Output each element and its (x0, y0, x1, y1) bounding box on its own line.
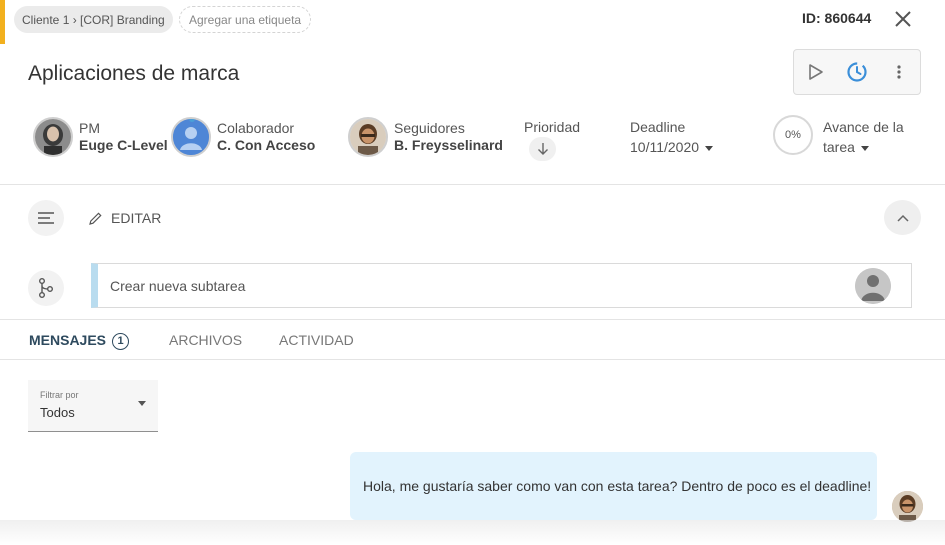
collaborator-role-label: Colaborador (217, 120, 295, 136)
bottom-fade (0, 520, 945, 545)
description-icon-wrap (28, 200, 64, 236)
person-photo-icon (35, 119, 71, 155)
page-title[interactable]: Aplicaciones de marca (28, 62, 239, 86)
collaborator-field[interactable]: Colaborador C. Con Acceso (171, 117, 315, 157)
collaborator-name: C. Con Acceso (217, 137, 316, 153)
person-photo-icon (350, 119, 386, 155)
deadline-value: 10/11/2020 (630, 137, 714, 157)
tab-activity[interactable]: ACTIVIDAD (279, 332, 354, 348)
task-actions (793, 49, 921, 95)
breadcrumb[interactable]: Cliente 1 › [COR] Branding (14, 6, 173, 33)
progress-label: Avance de la (823, 119, 904, 135)
chevron-up-icon (896, 214, 909, 222)
follower-name: B. Freysselinard (394, 137, 503, 153)
avatar-follower (348, 117, 388, 157)
avatar-pm (33, 117, 73, 157)
tab-bar: MENSAJES 1 ARCHIVOS ACTIVIDAD (0, 332, 945, 350)
message-text: Hola, me gustaría saber como van con est… (363, 478, 872, 494)
priority-label: Prioridad (524, 119, 581, 135)
arrow-down-icon (537, 143, 548, 155)
chevron-down-icon (705, 145, 714, 151)
pm-field[interactable]: PM Euge C-Level (33, 117, 168, 157)
priority-button[interactable] (529, 137, 556, 161)
close-icon (895, 11, 911, 27)
user-placeholder-icon (855, 268, 891, 304)
deadline-field[interactable]: Deadline 10/11/2020 (630, 117, 714, 157)
progress-field[interactable]: Avance de la tarea (823, 117, 904, 157)
timer-button[interactable] (836, 50, 878, 94)
followers-field[interactable]: Seguidores B. Freysselinard (348, 117, 503, 157)
close-button[interactable] (893, 9, 913, 29)
pencil-icon (89, 211, 102, 225)
progress-circle[interactable]: 0% (773, 115, 813, 155)
message-author-avatar[interactable] (892, 491, 923, 522)
play-button[interactable] (794, 50, 836, 94)
user-silhouette-icon (173, 119, 209, 155)
filter-value: Todos (40, 405, 75, 420)
chevron-down-icon (860, 145, 869, 151)
divider (0, 319, 945, 320)
message-count-badge: 1 (112, 332, 130, 350)
divider (0, 184, 945, 185)
new-subtask-field[interactable] (91, 263, 912, 308)
subtask-icon-wrap (28, 270, 64, 306)
more-vertical-icon (897, 65, 901, 79)
more-options-button[interactable] (878, 50, 920, 94)
timer-icon (847, 62, 867, 82)
play-icon (809, 64, 823, 80)
tab-files[interactable]: ARCHIVOS (169, 332, 242, 348)
followers-role-label: Seguidores (394, 120, 465, 136)
avatar-collaborator (171, 117, 211, 157)
add-tag-button[interactable]: Agregar una etiqueta (179, 6, 312, 33)
person-photo-icon (892, 491, 923, 522)
left-accent-bar (0, 0, 5, 44)
new-subtask-input[interactable] (110, 277, 830, 294)
task-id: ID: 860644 (802, 10, 872, 26)
progress-label-line2: tarea (823, 137, 904, 157)
collapse-button[interactable] (884, 200, 921, 235)
divider (0, 359, 945, 360)
deadline-label: Deadline (630, 119, 686, 135)
pm-role-label: PM (79, 120, 100, 136)
chevron-down-icon (138, 401, 146, 406)
filter-select[interactable]: Filtrar por Todos (28, 380, 158, 432)
pm-name: Euge C-Level (79, 137, 168, 153)
filter-label: Filtrar por (40, 390, 79, 400)
message-bubble: Hola, me gustaría saber como van con est… (350, 452, 877, 520)
assignee-avatar[interactable] (855, 268, 891, 304)
tab-messages[interactable]: MENSAJES 1 (29, 332, 130, 350)
edit-description-button[interactable]: EDITAR (88, 210, 161, 226)
text-lines-icon (38, 212, 54, 224)
branch-icon (39, 278, 53, 298)
